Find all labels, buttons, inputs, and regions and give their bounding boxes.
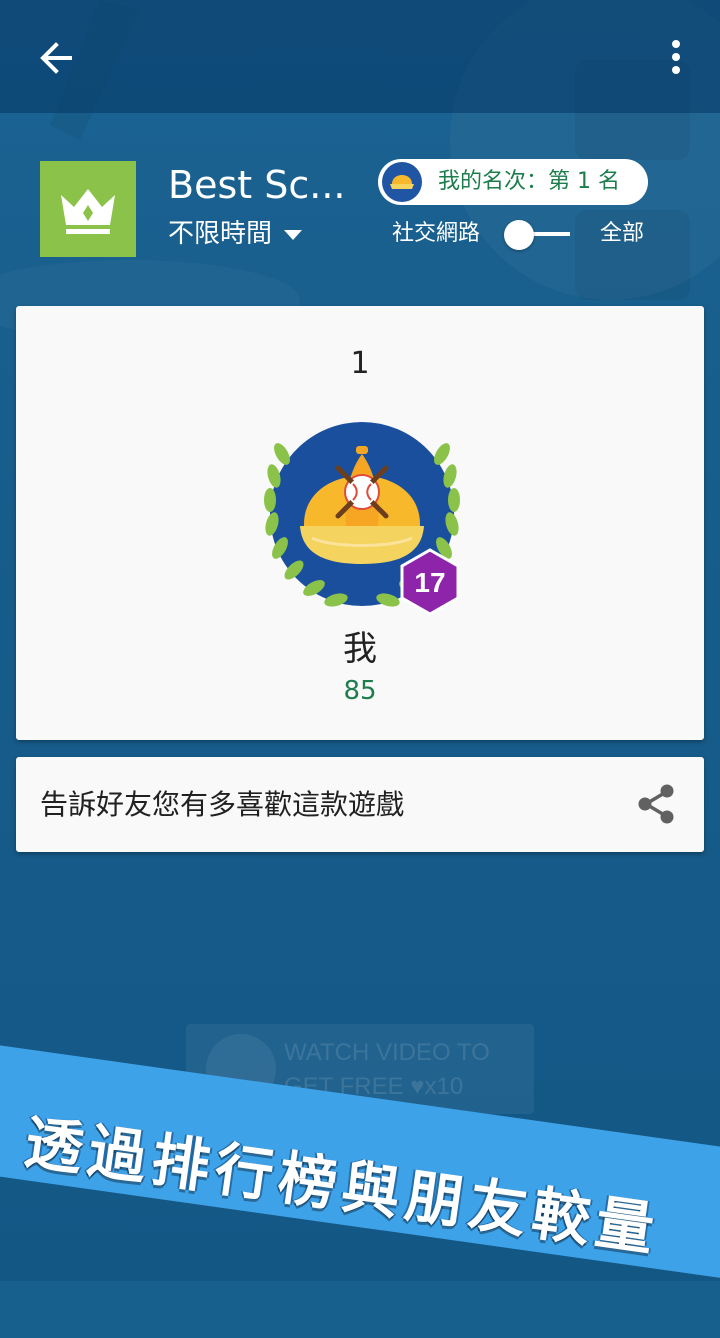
social-all-toggle[interactable]: [504, 220, 570, 250]
my-rank-text: 我的名次：第 1 名: [438, 169, 620, 194]
dropdown-arrow-icon: [284, 229, 303, 240]
leaderboard-title: Best Sc...: [168, 163, 346, 207]
share-card[interactable]: 告訴好友您有多喜歡這款遊戲: [16, 757, 704, 852]
avatar: [382, 162, 422, 202]
social-filter-label[interactable]: 社交網路: [392, 216, 480, 252]
crown-icon: [61, 189, 115, 234]
level-badge: 17: [400, 548, 460, 616]
time-filter-label: 不限時間: [168, 219, 273, 249]
game-icon: [40, 161, 136, 257]
more-vertical-icon[interactable]: [650, 32, 702, 84]
my-rank-chip: 我的名次：第 1 名: [378, 159, 648, 205]
level-number: 17: [414, 567, 445, 598]
rank-number: 1: [350, 346, 370, 381]
watch-video-count: x10: [424, 1073, 464, 1100]
share-icon[interactable]: [634, 781, 680, 827]
app-bar: [0, 0, 720, 113]
leaderboard-entry-card: 1 17 我 85: [16, 306, 704, 740]
all-filter-label[interactable]: 全部: [600, 216, 644, 252]
time-filter-dropdown[interactable]: 不限時間: [168, 213, 304, 255]
toggle-thumb: [504, 220, 534, 250]
watch-video-line1: WATCH VIDEO TO: [284, 1039, 490, 1066]
player-score: 85: [343, 676, 377, 706]
player-avatar-badge[interactable]: 17: [252, 414, 472, 624]
share-text: 告訴好友您有多喜歡這款遊戲: [40, 788, 405, 821]
player-name: 我: [343, 629, 377, 669]
arrow-left-icon[interactable]: [30, 32, 82, 84]
heart-icon: ♥: [410, 1073, 425, 1100]
